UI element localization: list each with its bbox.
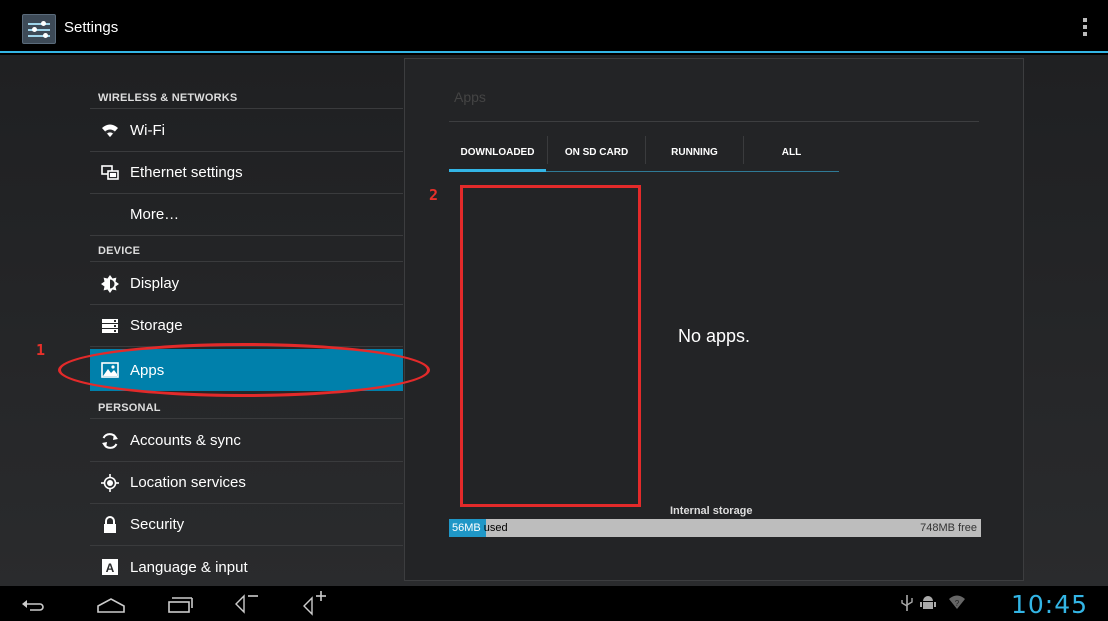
action-bar: Settings (0, 0, 1108, 53)
sidebar-item-wifi[interactable]: Wi-Fi (90, 110, 403, 152)
sidebar-item-label: Display (130, 275, 180, 292)
annotation-number-2: 2 (429, 186, 439, 204)
language-icon: A (90, 546, 130, 588)
storage-label: Internal storage (670, 505, 753, 517)
tab-running[interactable]: RUNNING (646, 132, 743, 172)
wifi-signal-icon: ? (948, 594, 966, 615)
sidebar-item-security[interactable]: Security (90, 504, 403, 546)
tab-all[interactable]: ALL (744, 132, 839, 172)
app-title: Settings (64, 19, 119, 36)
section-header-device: DEVICE (90, 236, 403, 262)
section-header-wireless: WIRELESS & NETWORKS (90, 83, 403, 109)
home-icon[interactable] (96, 590, 126, 618)
sidebar-item-label: Language & input (130, 558, 248, 576)
display-brightness-icon (90, 263, 130, 305)
lock-icon (90, 504, 130, 546)
svg-text:A: A (106, 561, 115, 575)
back-icon[interactable] (20, 590, 46, 618)
sidebar-item-label: Security (130, 516, 185, 533)
sidebar-item-language[interactable]: A Language & input (90, 546, 403, 588)
sidebar-item-display[interactable]: Display (90, 263, 403, 305)
sidebar-item-accounts[interactable]: Accounts & sync (90, 420, 403, 462)
sidebar-item-ethernet[interactable]: Ethernet settings (90, 152, 403, 194)
sidebar-item-label: Location services (130, 474, 246, 491)
title-divider (449, 121, 979, 122)
annotation-number-1: 1 (36, 341, 46, 359)
storage-used-suffix: used (480, 522, 508, 534)
annotation-ellipse (58, 343, 430, 397)
location-icon (90, 462, 130, 504)
sidebar-item-label: Wi-Fi (130, 122, 165, 139)
storage-bar: 56MB used 748MB free (449, 519, 981, 537)
overflow-menu-icon[interactable] (1082, 18, 1088, 38)
ethernet-icon (90, 152, 130, 194)
sidebar-item-more[interactable]: More… (90, 194, 403, 236)
storage-icon (90, 305, 130, 347)
tab-on-sd-card[interactable]: ON SD CARD (548, 132, 645, 172)
recent-apps-icon[interactable] (166, 590, 194, 618)
sidebar-item-label: More… (130, 206, 180, 223)
empty-state-text: No apps. (678, 326, 751, 346)
sync-icon (90, 420, 130, 462)
sidebar-item-location[interactable]: Location services (90, 462, 403, 504)
panel-title: Apps (454, 89, 486, 105)
sidebar-item-storage[interactable]: Storage (90, 305, 403, 347)
tab-downloaded[interactable]: DOWNLOADED (449, 132, 546, 172)
settings-sliders-icon[interactable] (22, 14, 56, 44)
sidebar-item-label: Ethernet settings (130, 164, 243, 181)
usb-icon (900, 594, 914, 617)
android-debug-icon (920, 594, 936, 617)
sidebar-item-label: Accounts & sync (130, 432, 241, 449)
settings-list: WIRELESS & NETWORKS Wi-Fi Ethernet setti… (90, 55, 403, 586)
sidebar-item-label: Storage (130, 317, 183, 334)
volume-up-icon[interactable] (300, 590, 330, 618)
svg-text:?: ? (955, 599, 960, 608)
annotation-rectangle (460, 185, 641, 507)
storage-used-text: 56MB used (452, 522, 508, 534)
clock: 10:45 (1010, 590, 1088, 619)
navigation-bar: ? 10:45 (0, 586, 1108, 621)
wifi-icon (90, 110, 130, 152)
volume-down-icon[interactable] (232, 590, 262, 618)
storage-free-text: 748MB free (920, 522, 977, 534)
active-tab-indicator (449, 169, 546, 172)
storage-used-value: 56MB (452, 522, 481, 534)
